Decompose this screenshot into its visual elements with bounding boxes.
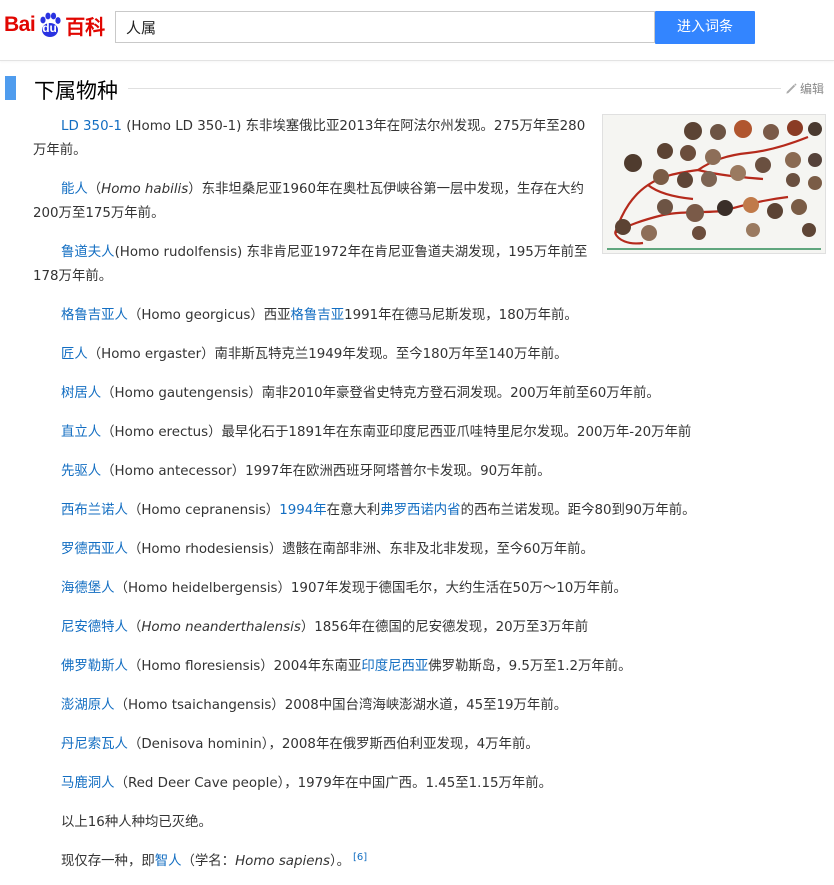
species-description: 1991年在德马尼斯发现，180万年前。 <box>344 308 578 323</box>
species-description: （Denisova hominin），2008年在俄罗斯西伯利亚发现，4万年前。 <box>127 737 539 752</box>
region-link[interactable]: 印度尼西亚 <box>361 659 428 674</box>
species-link[interactable]: LD 350-1 <box>61 119 122 134</box>
species-link[interactable]: 格鲁吉亚人 <box>61 308 128 323</box>
species-paragraph: 马鹿洞人（Red Deer Cave people），1979年在中国广西。1.… <box>33 772 733 796</box>
species-paragraph: 尼安德特人（Homo neanderthalensis）1856年在德国的尼安德… <box>33 616 733 640</box>
year-link[interactable]: 1994年 <box>279 503 326 518</box>
logo-text-baike: 百科 <box>65 14 106 39</box>
species-link[interactable]: 马鹿洞人 <box>61 776 115 791</box>
species-description: （Homo gautengensis）南非2010年豪登省史特克方登石洞发现。2… <box>101 386 660 401</box>
species-description: （Homo rhodesiensis）遗骸在南部非洲、东非及北非发现，至今60万… <box>127 542 594 557</box>
species-paragraph: 澎湖原人（Homo tsaichangensis）2008中国台湾海峡澎湖水道，… <box>33 694 733 718</box>
species-description: （Homo heidelbergensis）1907年发现于德国毛尔，大约生活在… <box>114 581 627 596</box>
region-link[interactable]: 弗罗西诺内省 <box>380 503 460 518</box>
logo-text-bai: Bai <box>4 13 36 36</box>
latin-name: Homo habilis <box>101 182 189 197</box>
homo-sapiens-link[interactable]: 智人 <box>155 854 182 869</box>
living-species-text: 现仅存一种，即 <box>61 854 155 869</box>
species-description: （Homo antecessor）1997年在欧洲西班牙阿塔普尔卡发现。90万年… <box>101 464 551 479</box>
species-paragraph: 能人（Homo habilis）东非坦桑尼亚1960年在奥杜瓦伊峡谷第一层中发现… <box>33 178 593 226</box>
species-description: （Homo floresiensis）2004年东南亚 <box>127 659 362 674</box>
species-description: (Homo rudolfensis) 东非肯尼亚1972年在肯尼亚鲁道夫湖发现，… <box>33 245 588 284</box>
baidu-baike-logo[interactable]: Bai du 百科 <box>4 8 105 42</box>
species-paragraph: 罗德西亚人（Homo rhodesiensis）遗骸在南部非洲、东非及北非发现，… <box>33 538 733 562</box>
species-link[interactable]: 澎湖原人 <box>61 698 115 713</box>
species-description: 的西布兰诺发现。距今80到90万年前。 <box>460 503 696 518</box>
section-title: 下属物种 <box>34 75 128 105</box>
species-paragraph: 西布兰诺人（Homo cepranensis）1994年在意大利弗罗西诺内省的西… <box>33 499 733 523</box>
latin-name: Homo sapiens <box>235 854 330 869</box>
species-link[interactable]: 先驱人 <box>61 464 101 479</box>
species-link[interactable]: 丹尼索瓦人 <box>61 737 128 752</box>
section-accent-bar <box>5 76 16 100</box>
pencil-icon <box>786 83 797 94</box>
latin-name: Homo neanderthalensis <box>141 620 301 635</box>
living-species-text: （学名： <box>181 854 236 869</box>
region-link[interactable]: 格鲁吉亚 <box>291 308 345 323</box>
living-species-text: ）。 <box>329 854 351 869</box>
logo-text-du: du <box>42 21 57 35</box>
species-link[interactable]: 罗德西亚人 <box>61 542 128 557</box>
enter-entry-button[interactable]: 进入词条 <box>655 11 755 44</box>
species-paragraph: 直立人（Homo erectus）最早化石于1891年在东南亚印度尼西亚爪哇特里… <box>33 421 733 445</box>
species-link[interactable]: 鲁道夫人 <box>61 245 115 260</box>
species-paragraph: 丹尼索瓦人（Denisova hominin），2008年在俄罗斯西伯利亚发现，… <box>33 733 733 757</box>
edit-label: 编辑 <box>800 82 825 96</box>
species-description: （Homo cepranensis） <box>127 503 280 518</box>
section-divider <box>34 88 781 89</box>
living-species-paragraph: 现仅存一种，即智人（学名：Homo sapiens）。 [6] <box>33 850 733 874</box>
species-description: 佛罗勒斯岛，9.5万至1.2万年前。 <box>428 659 632 674</box>
species-link[interactable]: 海德堡人 <box>61 581 115 596</box>
species-link[interactable]: 树居人 <box>61 386 101 401</box>
summary-paragraph: 以上16种人种均已灭绝。 <box>61 815 212 830</box>
species-description: 在意大利 <box>326 503 381 518</box>
species-link[interactable]: 能人 <box>61 182 88 197</box>
species-description: ）1856年在德国的尼安德发现，20万至3万年前 <box>300 620 589 635</box>
species-description: （Homo tsaichangensis）2008中国台湾海峡澎湖水道，45至1… <box>114 698 568 713</box>
species-paragraph: 匠人（Homo ergaster）南非斯瓦特克兰1949年发现。至今180万年至… <box>33 343 733 367</box>
hominin-evolution-figure[interactable] <box>602 114 826 254</box>
top-bar: Bai du 百科 进入词条 <box>0 0 834 61</box>
species-paragraph: 格鲁吉亚人（Homo georgicus）西亚格鲁吉亚1991年在德马尼斯发现，… <box>33 304 733 328</box>
search-box <box>115 11 655 43</box>
evolution-tree-image <box>603 115 825 253</box>
species-link[interactable]: 直立人 <box>61 425 101 440</box>
species-paragraph: 佛罗勒斯人（Homo floresiensis）2004年东南亚印度尼西亚佛罗勒… <box>33 655 733 679</box>
species-link[interactable]: 尼安德特人 <box>61 620 128 635</box>
species-paragraph: LD 350-1 (Homo LD 350-1) 东非埃塞俄比亚2013年在阿法… <box>33 115 593 163</box>
species-paragraph: 鲁道夫人(Homo rudolfensis) 东非肯尼亚1972年在肯尼亚鲁道夫… <box>33 241 593 289</box>
species-paragraph: 海德堡人（Homo heidelbergensis）1907年发现于德国毛尔，大… <box>33 577 733 601</box>
species-paragraph: 先驱人（Homo antecessor）1997年在欧洲西班牙阿塔普尔卡发现。9… <box>33 460 733 484</box>
species-description: （Homo erectus）最早化石于1891年在东南亚印度尼西亚爪哇特里尼尔发… <box>101 425 692 440</box>
species-link[interactable]: 匠人 <box>61 347 88 362</box>
species-description: （Red Deer Cave people），1979年在中国广西。1.45至1… <box>114 776 553 791</box>
bracket-open: （ <box>87 182 102 197</box>
species-paragraph: 树居人（Homo gautengensis）南非2010年豪登省史特克方登石洞发… <box>33 382 733 406</box>
edit-link[interactable]: 编辑 <box>785 80 824 97</box>
species-description: （Homo ergaster）南非斯瓦特克兰1949年发现。至今180万年至14… <box>87 347 568 362</box>
species-description: （Homo georgicus）西亚 <box>127 308 291 323</box>
search-input[interactable] <box>116 12 654 42</box>
baidu-paw-icon: du <box>36 11 64 39</box>
species-link[interactable]: 西布兰诺人 <box>61 503 128 518</box>
species-link[interactable]: 佛罗勒斯人 <box>61 659 128 674</box>
reference-link[interactable]: [6] <box>353 852 367 863</box>
bracket-open: （ <box>127 620 142 635</box>
